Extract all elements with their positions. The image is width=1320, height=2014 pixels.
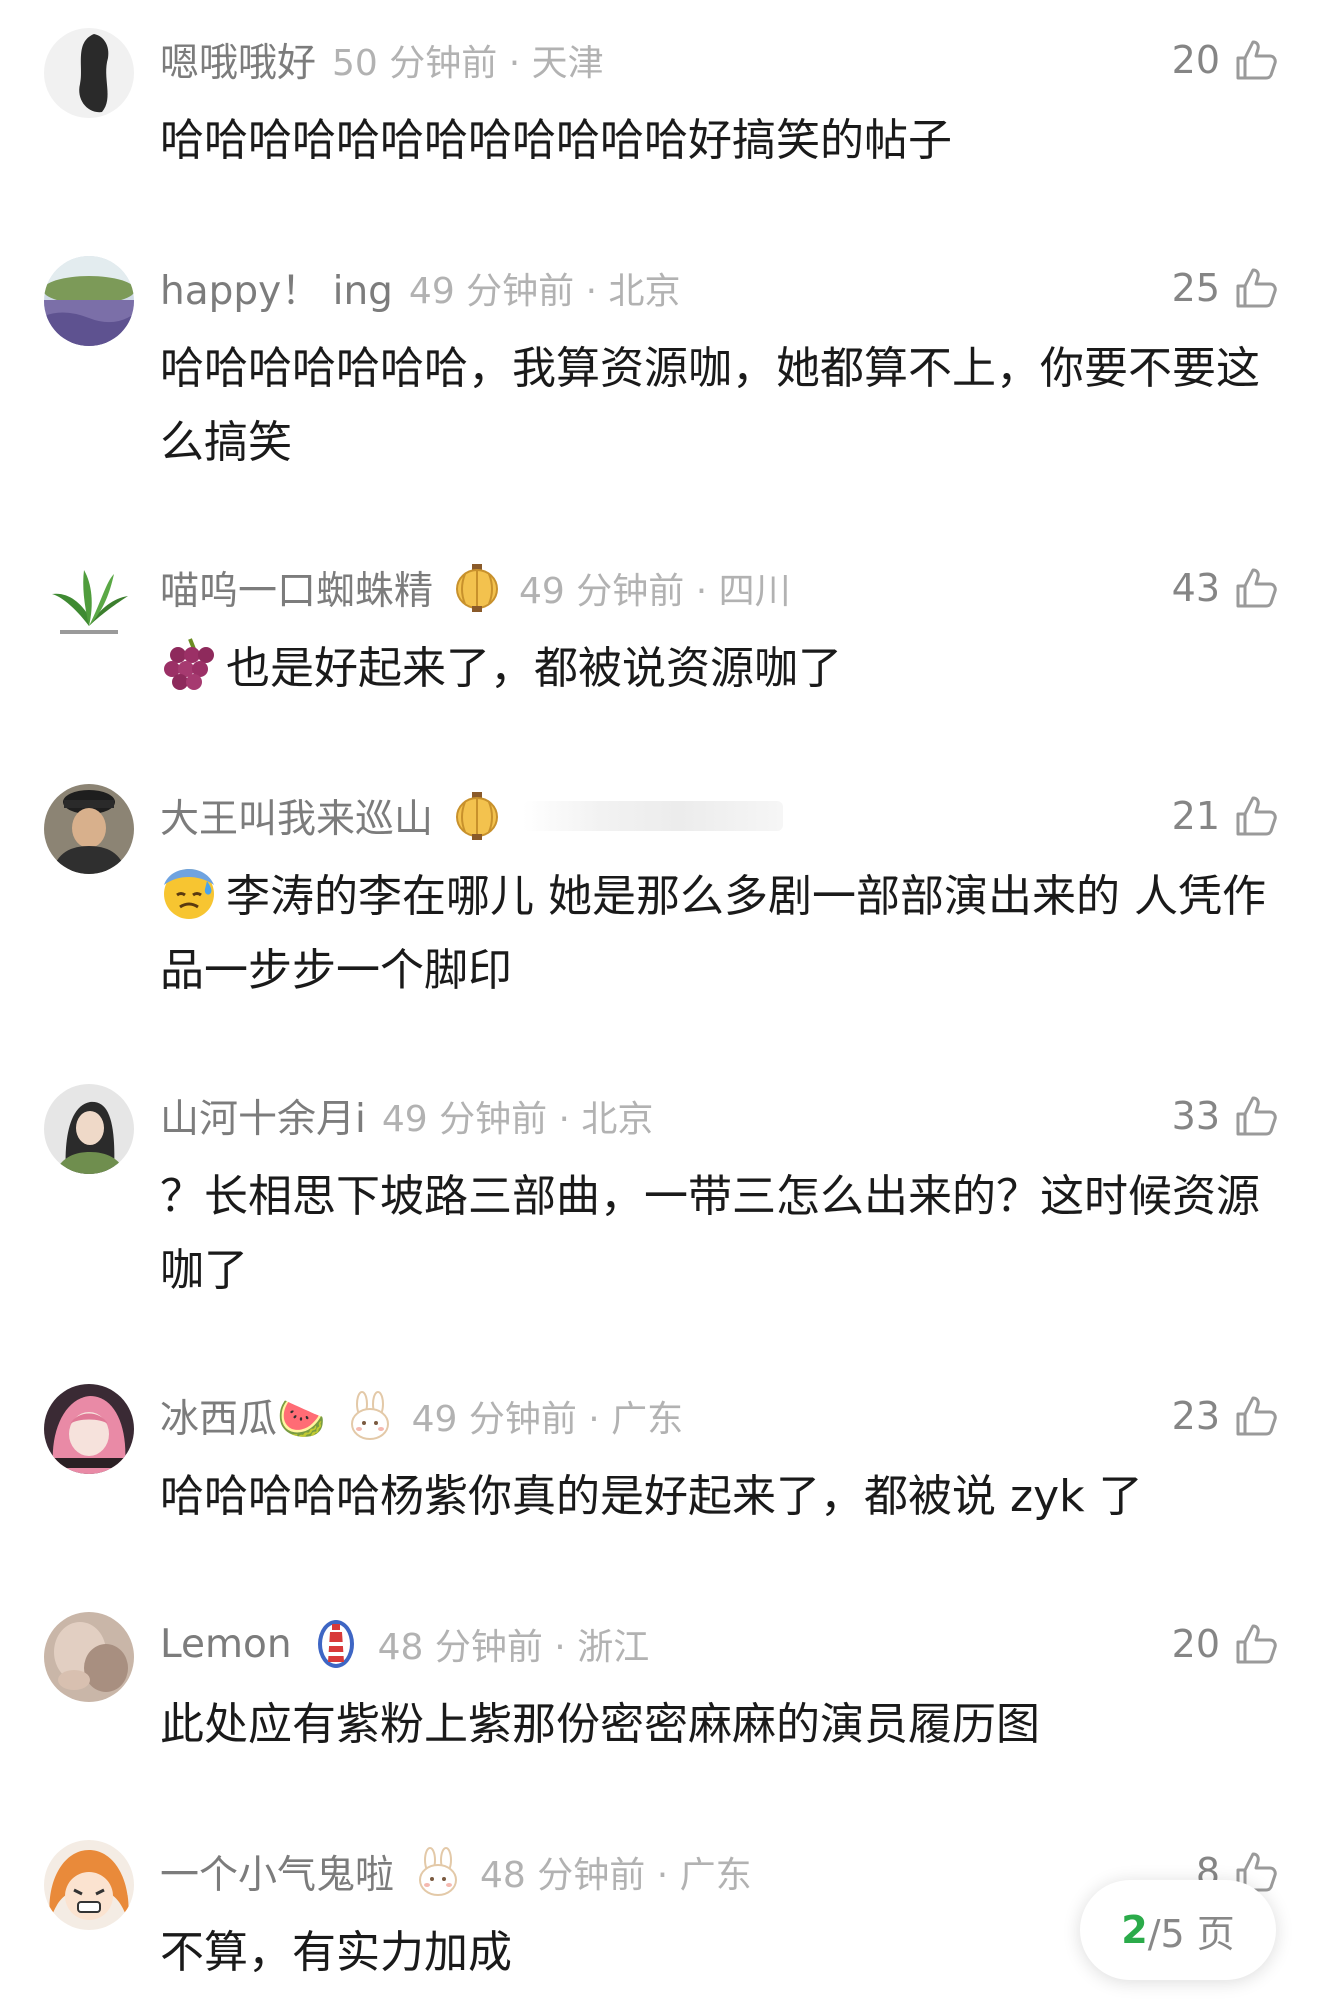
page-indicator[interactable]: 2/5 页: [1080, 1880, 1276, 1980]
comment-text: 哈哈哈哈哈哈哈哈哈哈哈哈好搞笑的帖子: [160, 115, 952, 166]
blurred-meta: [523, 801, 784, 831]
avatar[interactable]: [44, 1384, 134, 1474]
username[interactable]: 大王叫我来巡山: [160, 788, 433, 844]
comment-meta: 49 分钟前 · 广东: [411, 1399, 684, 1440]
thumbs-up-icon: [1232, 36, 1280, 84]
thumbs-up-icon: [1232, 1620, 1280, 1668]
username[interactable]: 一个小气鬼啦: [160, 1844, 394, 1900]
like-count: 33: [1171, 1094, 1220, 1138]
lantern-badge: [451, 790, 503, 842]
comment-meta: 49 分钟前 · 北京: [408, 271, 681, 312]
avatar[interactable]: [44, 1612, 134, 1702]
username[interactable]: happy！ ing: [160, 260, 393, 316]
username[interactable]: 嗯哦哦好: [160, 32, 316, 88]
like-button[interactable]: 21: [1172, 790, 1280, 842]
current-page: 2: [1121, 1908, 1148, 1952]
like-button[interactable]: 43: [1172, 562, 1280, 614]
thumbs-up-icon: [1232, 792, 1280, 840]
avatar[interactable]: [44, 28, 134, 118]
rabbit-badge: [344, 1390, 396, 1442]
sweat-face-emoji: [160, 863, 218, 921]
like-button[interactable]: 20: [1172, 1618, 1280, 1670]
grapes-emoji: [160, 635, 218, 693]
comment-meta: 48 分钟前 · 浙江: [377, 1627, 650, 1668]
username[interactable]: Lemon: [160, 1622, 292, 1667]
thumbs-up-icon: [1232, 264, 1280, 312]
like-count: 20: [1171, 38, 1220, 82]
avatar[interactable]: [44, 784, 134, 874]
thumbs-up-icon: [1232, 1392, 1280, 1440]
comment-meta: 48 分钟前 · 广东: [480, 1855, 752, 1896]
like-count: 43: [1171, 566, 1220, 610]
comment-meta: 49 分钟前 · 北京: [381, 1099, 654, 1140]
comment-text: 哈哈哈哈哈哈哈，我算资源咖，她都算不上，你要不要这么搞笑: [160, 343, 1260, 468]
thumbs-up-icon: [1232, 564, 1280, 612]
username[interactable]: 冰西瓜🍉: [160, 1388, 326, 1444]
like-count: 21: [1171, 794, 1220, 838]
comment-text: 李涛的李在哪儿 她是那么多剧一部部演出来的 人凭作品一步步一个脚印: [160, 860, 1270, 1008]
lighthouse-badge: [310, 1618, 362, 1670]
avatar[interactable]: [44, 1840, 134, 1930]
username[interactable]: 山河十余月i: [160, 1088, 366, 1144]
total-pages: /5 页: [1147, 1911, 1235, 1956]
comment-text: 此处应有紫粉上紫那份密密麻麻的演员履历图: [160, 1699, 1040, 1750]
lantern-badge: [451, 562, 503, 614]
like-button[interactable]: 33: [1172, 1090, 1280, 1142]
comment-meta: 50 分钟前 · 天津: [332, 43, 604, 84]
like-count: 25: [1171, 266, 1220, 310]
like-button[interactable]: 25: [1172, 262, 1280, 314]
comment-text: 也是好起来了，都被说资源咖了: [160, 632, 1270, 706]
thumbs-up-icon: [1232, 1092, 1280, 1140]
avatar[interactable]: [44, 1084, 134, 1174]
username[interactable]: 喵呜一口蜘蛛精: [160, 560, 433, 616]
comment-meta: 49 分钟前 · 四川: [519, 571, 791, 612]
comment-text: 哈哈哈哈哈杨紫你真的是好起来了，都被说 zyk 了: [160, 1471, 1143, 1522]
avatar[interactable]: [44, 556, 134, 646]
comment-text: ？长相思下坡路三部曲，一带三怎么出来的？这时候资源咖了: [160, 1171, 1260, 1296]
like-count: 20: [1171, 1622, 1220, 1666]
rabbit-badge: [412, 1846, 464, 1898]
like-button[interactable]: 23: [1172, 1390, 1280, 1442]
like-button[interactable]: 20: [1172, 34, 1280, 86]
like-count: 23: [1171, 1394, 1220, 1438]
avatar[interactable]: [44, 256, 134, 346]
